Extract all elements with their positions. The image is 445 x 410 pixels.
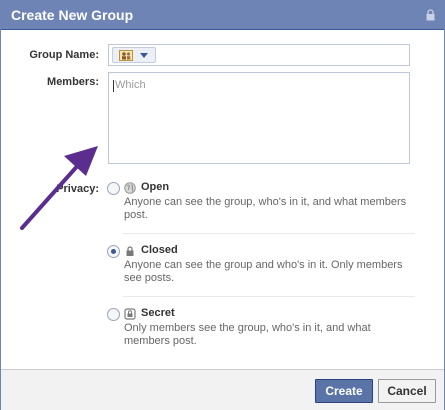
group-icon-picker[interactable]	[112, 47, 156, 63]
option-description: Anyone can see the group, who's in it, a…	[124, 196, 407, 221]
create-button[interactable]: Create	[315, 379, 373, 403]
dialog-title: Create New Group	[11, 7, 134, 23]
divider	[123, 296, 415, 297]
cancel-button[interactable]: Cancel	[378, 379, 436, 403]
option-description: Anyone can see the group and who's in it…	[124, 259, 403, 284]
radio-secret[interactable]	[107, 308, 120, 321]
lock-icon	[126, 246, 134, 256]
radio-closed[interactable]	[107, 245, 120, 258]
option-title: Open	[141, 181, 170, 193]
option-title: Closed	[141, 244, 178, 256]
dialog-titlebar: Create New Group	[1, 1, 444, 30]
divider	[123, 233, 415, 234]
create-group-dialog: Create New Group Group Name: Members: Wh…	[0, 0, 445, 410]
option-title: Secret	[141, 307, 175, 319]
members-placeholder: Which	[115, 79, 146, 91]
privacy-label: Privacy:	[56, 183, 99, 195]
group-name-label: Group Name:	[29, 49, 99, 61]
lock-icon	[426, 9, 435, 21]
privacy-option-secret[interactable]: Secret Only members see the group, who's…	[105, 307, 415, 353]
padlock-icon	[124, 308, 136, 320]
text-caret	[113, 80, 114, 92]
privacy-option-open[interactable]: Open Anyone can see the group, who's in …	[105, 181, 415, 227]
members-input[interactable]: Which	[108, 72, 410, 164]
members-label: Members:	[47, 76, 99, 88]
globe-icon	[124, 182, 136, 194]
group-avatar-icon	[119, 50, 133, 61]
radio-open[interactable]	[107, 182, 120, 195]
option-description: Only members see the group, who's in it,…	[124, 322, 371, 347]
dialog-footer: Create Cancel	[1, 369, 444, 410]
privacy-option-closed[interactable]: Closed Anyone can see the group and who'…	[105, 244, 415, 290]
chevron-down-icon	[140, 53, 148, 58]
group-name-input[interactable]	[108, 44, 410, 66]
